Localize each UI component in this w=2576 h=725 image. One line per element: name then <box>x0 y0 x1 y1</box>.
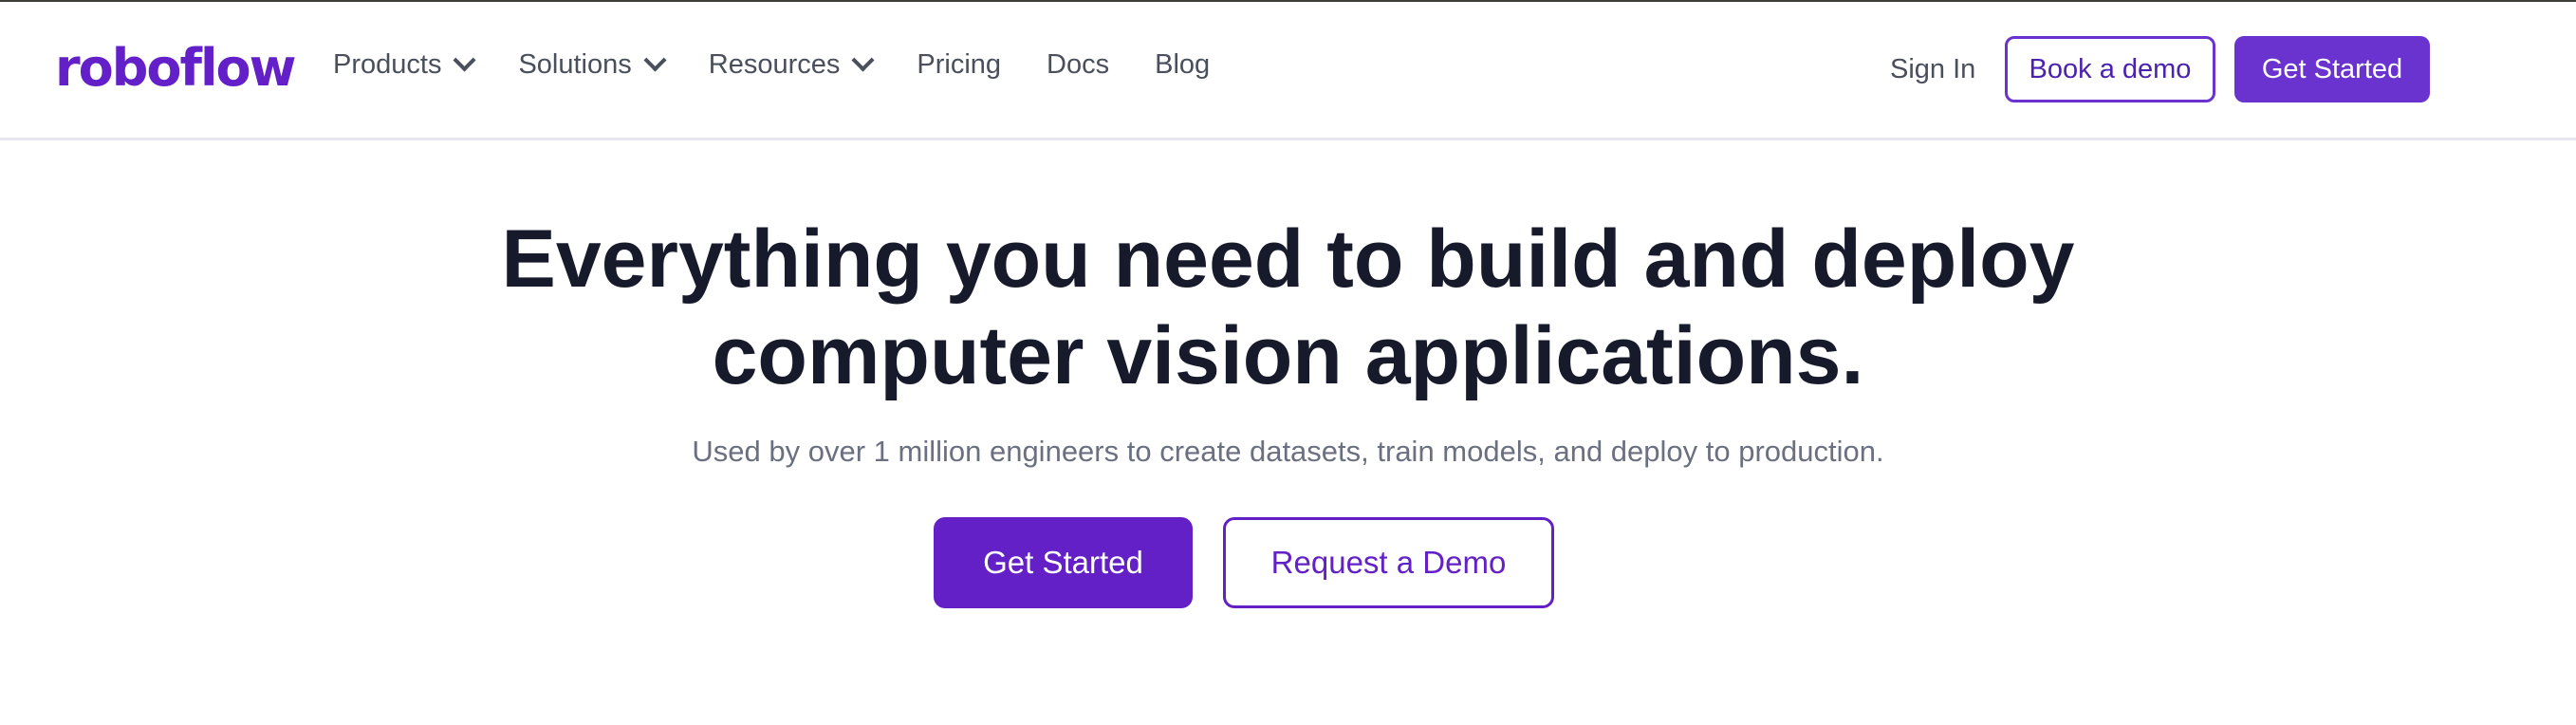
nav-label: Products <box>333 49 442 80</box>
book-demo-button[interactable]: Book a demo <box>2005 36 2215 102</box>
roboflow-logo[interactable]: roboflow <box>55 38 296 98</box>
chevron-down-icon <box>851 48 875 72</box>
nav-label: Resources <box>708 49 841 80</box>
hero-get-started-button[interactable]: Get Started <box>934 517 1193 608</box>
main-nav: Products Solutions Resources Pricing Doc… <box>333 48 1255 81</box>
site-header: roboflow Products Solutions Resources Pr… <box>0 2 2576 140</box>
nav-resources[interactable]: Resources <box>708 48 875 81</box>
nav-products[interactable]: Products <box>333 48 476 81</box>
nav-blog[interactable]: Blog <box>1155 49 1210 81</box>
header-get-started-button[interactable]: Get Started <box>2234 36 2430 102</box>
nav-docs[interactable]: Docs <box>1047 49 1109 81</box>
sign-in-link[interactable]: Sign In <box>1890 54 1975 85</box>
hero-title-line-2: computer vision applications. <box>712 310 1864 401</box>
hero-title: Everything you need to build and deploy c… <box>0 211 2576 404</box>
nav-pricing[interactable]: Pricing <box>917 49 1001 81</box>
hero-subtitle: Used by over 1 million engineers to crea… <box>692 435 1884 468</box>
chevron-down-icon <box>453 48 476 72</box>
nav-solutions[interactable]: Solutions <box>518 48 667 81</box>
hero-title-line-1: Everything you need to build and deploy <box>501 214 2075 305</box>
chevron-down-icon <box>643 48 667 72</box>
nav-label: Solutions <box>518 49 632 80</box>
request-demo-button[interactable]: Request a Demo <box>1223 517 1554 608</box>
